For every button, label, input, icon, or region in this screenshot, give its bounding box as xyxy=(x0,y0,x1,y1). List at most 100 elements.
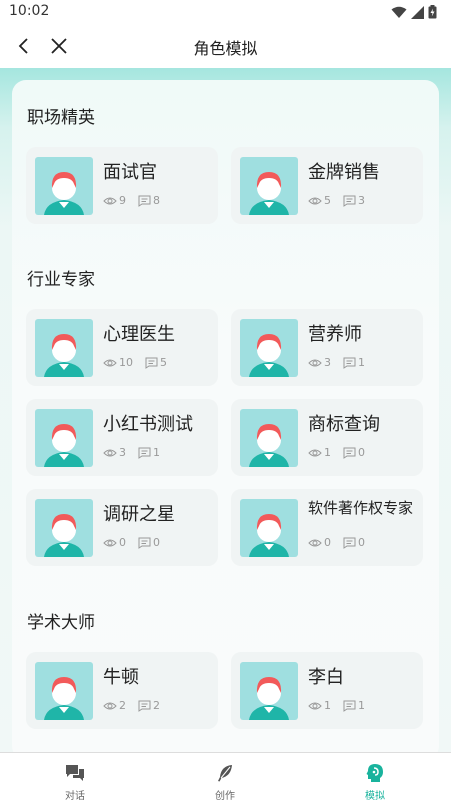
eye-icon xyxy=(103,539,117,546)
battery-icon xyxy=(428,5,437,19)
role-name: 心理医生 xyxy=(103,324,175,345)
role-card[interactable]: 营养师 3 1 xyxy=(231,309,423,386)
status-bar: 10:02 xyxy=(0,0,451,24)
comment-icon xyxy=(343,447,356,459)
role-card[interactable]: 调研之星 0 0 xyxy=(26,489,218,566)
role-card[interactable]: 小红书测试 3 1 xyxy=(26,399,218,476)
signal-icon xyxy=(411,5,424,19)
tab-chat-label: 对话 xyxy=(65,791,85,802)
comment-count: 0 xyxy=(358,536,365,549)
comment-count: 1 xyxy=(153,446,160,459)
view-count: 0 xyxy=(324,536,331,549)
eye-icon xyxy=(103,449,117,456)
section-title-industry: 行业专家 xyxy=(27,270,95,290)
status-time: 10:02 xyxy=(9,3,50,19)
view-count: 9 xyxy=(119,194,126,207)
comment-icon xyxy=(138,537,151,549)
role-name: 调研之星 xyxy=(103,504,175,525)
role-name: 商标查询 xyxy=(308,414,380,435)
tab-chat[interactable]: 对话 xyxy=(0,753,150,802)
role-stats: 5 3 xyxy=(308,194,377,207)
view-count: 10 xyxy=(119,356,133,369)
role-card[interactable]: 面试官 9 8 xyxy=(26,147,218,224)
role-card[interactable]: 李白 1 1 xyxy=(231,652,423,729)
role-stats: 3 1 xyxy=(103,446,172,459)
comment-icon xyxy=(138,195,151,207)
comment-icon xyxy=(145,357,158,369)
role-name: 面试官 xyxy=(103,162,157,183)
page-title: 角色模拟 xyxy=(193,39,258,58)
role-card[interactable]: 商标查询 1 0 xyxy=(231,399,423,476)
role-card[interactable]: 金牌销售 5 3 xyxy=(231,147,423,224)
avatar xyxy=(240,662,298,720)
section-title-workplace: 职场精英 xyxy=(27,108,95,128)
eye-icon xyxy=(308,197,322,204)
avatar xyxy=(35,499,93,557)
tab-simulate[interactable]: 模拟 xyxy=(300,753,450,802)
comment-count: 0 xyxy=(358,446,365,459)
tab-simulate-label: 模拟 xyxy=(365,791,385,802)
bottom-navigation: 对话 创作 模拟 xyxy=(0,752,451,802)
role-stats: 1 1 xyxy=(308,699,377,712)
avatar xyxy=(240,157,298,215)
view-count: 3 xyxy=(119,446,126,459)
eye-icon xyxy=(308,359,322,366)
eye-icon xyxy=(308,539,322,546)
role-stats: 1 0 xyxy=(308,446,377,459)
view-count: 2 xyxy=(119,699,126,712)
role-card[interactable]: 牛顿 2 2 xyxy=(26,652,218,729)
section-title-academic: 学术大师 xyxy=(27,613,95,633)
view-count: 1 xyxy=(324,699,331,712)
avatar xyxy=(35,662,93,720)
comment-icon xyxy=(343,357,356,369)
avatar xyxy=(240,409,298,467)
wifi-icon xyxy=(391,6,407,18)
comment-icon xyxy=(138,447,151,459)
comment-count: 5 xyxy=(160,356,167,369)
comment-count: 2 xyxy=(153,699,160,712)
eye-icon xyxy=(103,702,117,709)
feather-icon xyxy=(218,765,232,782)
head-profile-icon xyxy=(366,764,383,782)
comment-icon xyxy=(138,700,151,712)
comment-count: 0 xyxy=(153,536,160,549)
avatar xyxy=(240,319,298,377)
comment-icon xyxy=(343,700,356,712)
avatar xyxy=(35,157,93,215)
role-card[interactable]: 心理医生 10 5 xyxy=(26,309,218,386)
role-name: 牛顿 xyxy=(103,667,139,688)
eye-icon xyxy=(308,702,322,709)
role-stats: 0 0 xyxy=(103,536,172,549)
role-name: 小红书测试 xyxy=(103,414,193,435)
app-bar: 角色模拟 xyxy=(0,24,451,68)
view-count: 5 xyxy=(324,194,331,207)
role-stats: 9 8 xyxy=(103,194,172,207)
comment-count: 8 xyxy=(153,194,160,207)
tab-create[interactable]: 创作 xyxy=(150,753,300,802)
avatar xyxy=(35,319,93,377)
view-count: 1 xyxy=(324,446,331,459)
status-icons xyxy=(391,5,437,19)
comment-icon xyxy=(343,537,356,549)
role-stats: 0 0 xyxy=(308,536,377,549)
role-stats: 2 2 xyxy=(103,699,172,712)
role-name: 金牌销售 xyxy=(308,162,380,183)
eye-icon xyxy=(308,449,322,456)
role-name: 营养师 xyxy=(308,324,362,345)
view-count: 3 xyxy=(324,356,331,369)
eye-icon xyxy=(103,197,117,204)
role-name: 李白 xyxy=(308,667,344,688)
comment-count: 3 xyxy=(358,194,365,207)
chat-icon xyxy=(66,765,84,781)
role-name: 软件著作权专家 xyxy=(308,499,414,517)
tab-create-label: 创作 xyxy=(215,791,235,802)
avatar xyxy=(240,499,298,557)
avatar xyxy=(35,409,93,467)
role-stats: 3 1 xyxy=(308,356,377,369)
comment-icon xyxy=(343,195,356,207)
view-count: 0 xyxy=(119,536,126,549)
role-stats: 10 5 xyxy=(103,356,179,369)
comment-count: 1 xyxy=(358,699,365,712)
eye-icon xyxy=(103,359,117,366)
role-card[interactable]: 软件著作权专家 0 0 xyxy=(231,489,423,566)
